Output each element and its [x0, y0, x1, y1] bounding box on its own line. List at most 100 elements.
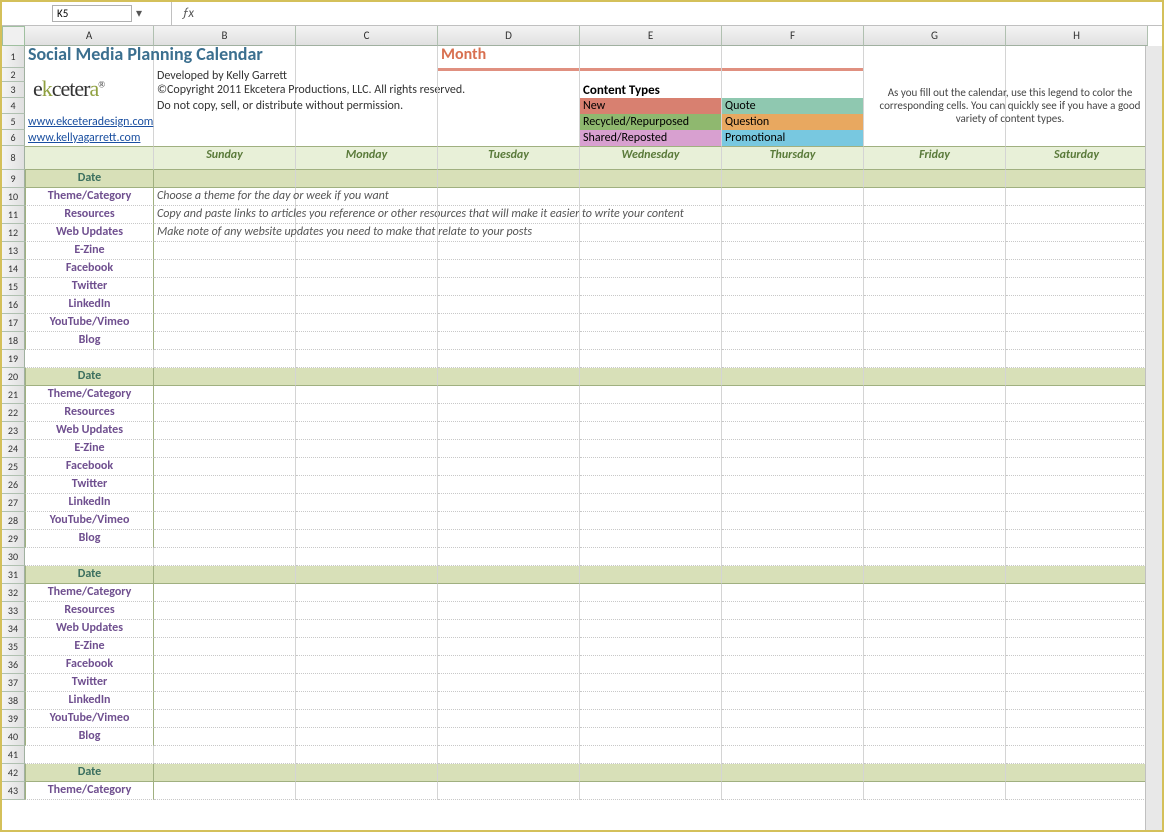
- cell[interactable]: [722, 602, 864, 620]
- cell[interactable]: [580, 476, 722, 494]
- cell[interactable]: [864, 170, 1006, 188]
- cell[interactable]: [580, 422, 722, 440]
- cell[interactable]: [1006, 350, 1148, 368]
- cell[interactable]: [296, 494, 438, 512]
- cell[interactable]: [1006, 332, 1148, 350]
- cell[interactable]: [154, 728, 296, 746]
- cell[interactable]: [296, 458, 438, 476]
- cell[interactable]: [864, 494, 1006, 512]
- cell[interactable]: [1006, 224, 1148, 242]
- cell[interactable]: [580, 620, 722, 638]
- cell[interactable]: [438, 278, 580, 296]
- cell[interactable]: [864, 206, 1006, 224]
- row-header-26[interactable]: 26: [2, 476, 25, 494]
- cell[interactable]: [154, 566, 296, 584]
- cell[interactable]: [1006, 764, 1148, 782]
- cell[interactable]: [864, 188, 1006, 206]
- cell[interactable]: [1006, 476, 1148, 494]
- cell[interactable]: [154, 296, 296, 314]
- cell[interactable]: [296, 46, 438, 68]
- cell[interactable]: [722, 260, 864, 278]
- cell[interactable]: [1006, 68, 1148, 82]
- cell[interactable]: [580, 764, 722, 782]
- cell[interactable]: [296, 764, 438, 782]
- cell[interactable]: [722, 350, 864, 368]
- cell[interactable]: [296, 746, 438, 764]
- cell[interactable]: [1006, 206, 1148, 224]
- row-header-1[interactable]: 1: [2, 46, 25, 68]
- cell[interactable]: [580, 242, 722, 260]
- row-header-36[interactable]: 36: [2, 656, 25, 674]
- cell[interactable]: [1006, 188, 1148, 206]
- cell[interactable]: [722, 566, 864, 584]
- row-header-19[interactable]: 19: [2, 350, 25, 368]
- cell[interactable]: [296, 130, 438, 146]
- cell[interactable]: [722, 314, 864, 332]
- cell[interactable]: [154, 530, 296, 548]
- row-header-9[interactable]: 9: [2, 170, 25, 188]
- cell[interactable]: [864, 530, 1006, 548]
- cell[interactable]: [580, 494, 722, 512]
- cell[interactable]: [1006, 728, 1148, 746]
- cell[interactable]: [296, 242, 438, 260]
- row-header-38[interactable]: 38: [2, 692, 25, 710]
- cell[interactable]: [1006, 46, 1148, 68]
- cell[interactable]: [864, 314, 1006, 332]
- cell[interactable]: [438, 530, 580, 548]
- cell[interactable]: [1006, 746, 1148, 764]
- cell[interactable]: [722, 584, 864, 602]
- cell[interactable]: [864, 782, 1006, 800]
- cell[interactable]: [438, 638, 580, 656]
- cell[interactable]: [296, 512, 438, 530]
- cell[interactable]: [722, 82, 864, 98]
- cell[interactable]: [722, 548, 864, 566]
- cell[interactable]: [722, 692, 864, 710]
- cell[interactable]: [1006, 170, 1148, 188]
- cell[interactable]: [296, 114, 438, 130]
- link-ekcetera[interactable]: www.ekceteradesign.com: [25, 114, 154, 130]
- cell[interactable]: [296, 386, 438, 404]
- cell[interactable]: [154, 710, 296, 728]
- cell[interactable]: [438, 764, 580, 782]
- cell[interactable]: [438, 692, 580, 710]
- row-header-32[interactable]: 32: [2, 584, 25, 602]
- cell[interactable]: [580, 368, 722, 386]
- cell[interactable]: [438, 620, 580, 638]
- cell[interactable]: [154, 170, 296, 188]
- cell[interactable]: [296, 656, 438, 674]
- row-header-21[interactable]: 21: [2, 386, 25, 404]
- row-header-33[interactable]: 33: [2, 602, 25, 620]
- cell[interactable]: [154, 114, 296, 130]
- fx-icon[interactable]: ƒx: [178, 5, 198, 23]
- cell[interactable]: [296, 98, 438, 114]
- cell[interactable]: [438, 82, 580, 98]
- cell[interactable]: [580, 512, 722, 530]
- cell[interactable]: [438, 710, 580, 728]
- cell[interactable]: [864, 764, 1006, 782]
- cell[interactable]: Choose a theme for the day or week if yo…: [154, 188, 296, 206]
- cell[interactable]: [1006, 368, 1148, 386]
- row-header-14[interactable]: 14: [2, 260, 25, 278]
- cell[interactable]: [438, 674, 580, 692]
- row-header-4[interactable]: 4: [2, 98, 25, 114]
- cell[interactable]: [438, 476, 580, 494]
- cell[interactable]: [1006, 404, 1148, 422]
- cell[interactable]: [154, 350, 296, 368]
- cell[interactable]: [438, 130, 580, 146]
- cell[interactable]: [864, 512, 1006, 530]
- col-header-H[interactable]: H: [1006, 26, 1148, 46]
- cell[interactable]: [722, 494, 864, 512]
- cell[interactable]: [1006, 130, 1148, 146]
- cell[interactable]: [864, 440, 1006, 458]
- row-header-28[interactable]: 28: [2, 512, 25, 530]
- cell[interactable]: [722, 782, 864, 800]
- cell[interactable]: [1006, 242, 1148, 260]
- cell[interactable]: [722, 386, 864, 404]
- cell[interactable]: [154, 638, 296, 656]
- cell[interactable]: [438, 458, 580, 476]
- cell[interactable]: [154, 46, 296, 68]
- cell[interactable]: [722, 368, 864, 386]
- cell[interactable]: [438, 98, 580, 114]
- cell[interactable]: Make note of any website updates you nee…: [154, 224, 296, 242]
- cell[interactable]: [722, 440, 864, 458]
